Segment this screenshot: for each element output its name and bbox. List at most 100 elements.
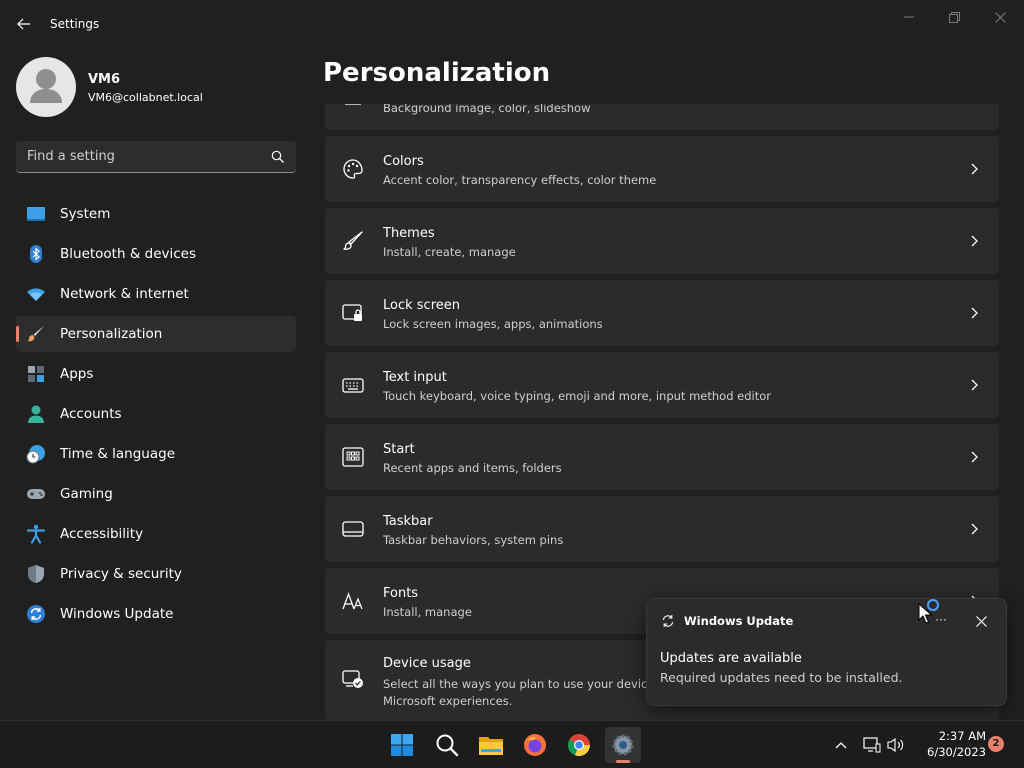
- app-title: Settings: [50, 17, 100, 31]
- clock-date[interactable]: 6/30/2023: [910, 745, 986, 759]
- setting-card-background[interactable]: Background image, color, slideshow: [325, 104, 999, 130]
- search-icon[interactable]: [271, 150, 285, 164]
- card-subtitle: Select all the ways you plan to use your…: [383, 677, 670, 691]
- volume-icon: [887, 737, 904, 753]
- keyboard-icon: [342, 378, 364, 393]
- close-icon: [994, 11, 1006, 23]
- card-title: Taskbar: [383, 514, 433, 529]
- chrome-icon: [567, 734, 591, 757]
- search-input[interactable]: [16, 141, 266, 172]
- sidebar-item-label: Accessibility: [60, 526, 144, 542]
- file-explorer-button[interactable]: [473, 727, 509, 763]
- palette-icon: [343, 159, 363, 179]
- title-bar: Settings: [0, 0, 1024, 48]
- gamepad-icon: [27, 489, 45, 499]
- brush-icon: [343, 231, 363, 250]
- search-icon: [436, 734, 459, 757]
- windows-logo-icon: [391, 734, 413, 756]
- card-subtitle: Accent color, transparency effects, colo…: [383, 173, 657, 187]
- toast-body: Required updates need to be installed.: [660, 670, 903, 685]
- chevron-right-icon: [971, 307, 978, 319]
- card-title: Start: [383, 442, 415, 457]
- sidebar-item-bluetooth[interactable]: Bluetooth & devices: [16, 236, 296, 272]
- setting-card-text-input[interactable]: Text input Touch keyboard, voice typing,…: [325, 352, 999, 418]
- toast-title: Updates are available: [660, 651, 802, 666]
- accessibility-icon: [26, 524, 46, 544]
- user-name: VM6: [88, 72, 121, 87]
- setting-card-colors[interactable]: Colors Accent color, transparency effect…: [325, 136, 999, 202]
- sidebar-item-label: Network & internet: [60, 286, 189, 302]
- sidebar-item-label: System: [60, 206, 111, 222]
- back-arrow-icon: [17, 18, 30, 30]
- minimize-button[interactable]: [887, 6, 931, 28]
- chevron-right-icon: [971, 451, 978, 463]
- sidebar-item-label: Bluetooth & devices: [60, 246, 197, 262]
- sidebar-item-gaming[interactable]: Gaming: [16, 476, 296, 512]
- back-button[interactable]: [12, 12, 36, 36]
- sidebar-item-network[interactable]: Network & internet: [16, 276, 296, 312]
- sidebar-item-label: Privacy & security: [60, 566, 182, 582]
- chevron-right-icon: [971, 235, 978, 247]
- chrome-button[interactable]: [561, 727, 597, 763]
- minimize-icon: [904, 16, 914, 18]
- firefox-icon: [524, 734, 546, 756]
- card-title: Colors: [383, 154, 424, 169]
- apps-icon: [28, 366, 44, 382]
- card-title: Text input: [383, 370, 447, 385]
- firefox-button[interactable]: [517, 727, 553, 763]
- chevron-up-icon: [835, 742, 847, 749]
- maximize-button[interactable]: [932, 6, 976, 28]
- avatar[interactable]: [16, 57, 76, 117]
- sidebar-item-windows-update[interactable]: Windows Update: [16, 596, 296, 632]
- background-icon: [345, 104, 361, 105]
- close-button[interactable]: [978, 6, 1022, 28]
- sidebar-item-personalization[interactable]: Personalization: [16, 316, 296, 352]
- setting-card-taskbar[interactable]: Taskbar Taskbar behaviors, system pins: [325, 496, 999, 562]
- clock-time[interactable]: 2:37 AM: [920, 729, 986, 743]
- setting-card-start[interactable]: Start Recent apps and items, folders: [325, 424, 999, 490]
- sidebar-item-label: Accounts: [60, 406, 122, 422]
- sidebar-item-label: Personalization: [60, 326, 163, 342]
- card-subtitle: Background image, color, slideshow: [383, 104, 591, 115]
- card-subtitle: Taskbar behaviors, system pins: [383, 533, 564, 547]
- settings-button[interactable]: [605, 727, 641, 763]
- toast-close-button[interactable]: [971, 611, 991, 631]
- restore-icon: [948, 11, 960, 23]
- system-icon: [27, 207, 45, 221]
- network-icon: [863, 737, 881, 753]
- setting-card-themes[interactable]: Themes Install, create, manage: [325, 208, 999, 274]
- volume-tray-button[interactable]: [886, 735, 906, 755]
- lock-screen-icon: [342, 304, 362, 321]
- sidebar-item-label: Gaming: [60, 486, 113, 502]
- sidebar-item-apps[interactable]: Apps: [16, 356, 296, 392]
- sidebar-item-time-language[interactable]: Time & language: [16, 436, 296, 472]
- chevron-right-icon: [971, 163, 978, 175]
- sidebar-item-label: Windows Update: [60, 606, 174, 622]
- notification-toast[interactable]: Windows Update ··· Updates are available…: [646, 598, 1007, 706]
- network-tray-button[interactable]: [862, 735, 882, 755]
- setting-card-lock-screen[interactable]: Lock screen Lock screen images, apps, an…: [325, 280, 999, 346]
- accounts-icon: [28, 405, 44, 423]
- sidebar-item-system[interactable]: System: [16, 196, 296, 232]
- start-button[interactable]: [384, 727, 420, 763]
- shield-icon: [28, 565, 44, 583]
- card-subtitle: Recent apps and items, folders: [383, 461, 562, 475]
- search-box[interactable]: [16, 141, 296, 173]
- wifi-icon: [27, 288, 45, 301]
- sidebar-item-accounts[interactable]: Accounts: [16, 396, 296, 432]
- page-title: Personalization: [323, 58, 551, 88]
- sidebar-item-accessibility[interactable]: Accessibility: [16, 516, 296, 552]
- taskbar: [0, 720, 1024, 768]
- card-subtitle-line2: Microsoft experiences.: [383, 694, 513, 708]
- sidebar-item-privacy-security[interactable]: Privacy & security: [16, 556, 296, 592]
- update-icon: [27, 605, 45, 623]
- show-hidden-icons-button[interactable]: [831, 735, 851, 755]
- taskbar-search-button[interactable]: [429, 727, 465, 763]
- clock-globe-icon: [26, 445, 45, 464]
- notification-count-badge[interactable]: 2: [988, 736, 1004, 752]
- file-explorer-icon: [479, 737, 503, 755]
- settings-icon: [612, 734, 634, 756]
- card-title: Device usage: [383, 656, 471, 671]
- taskbar-icon: [342, 521, 364, 537]
- brush-icon: [27, 326, 44, 342]
